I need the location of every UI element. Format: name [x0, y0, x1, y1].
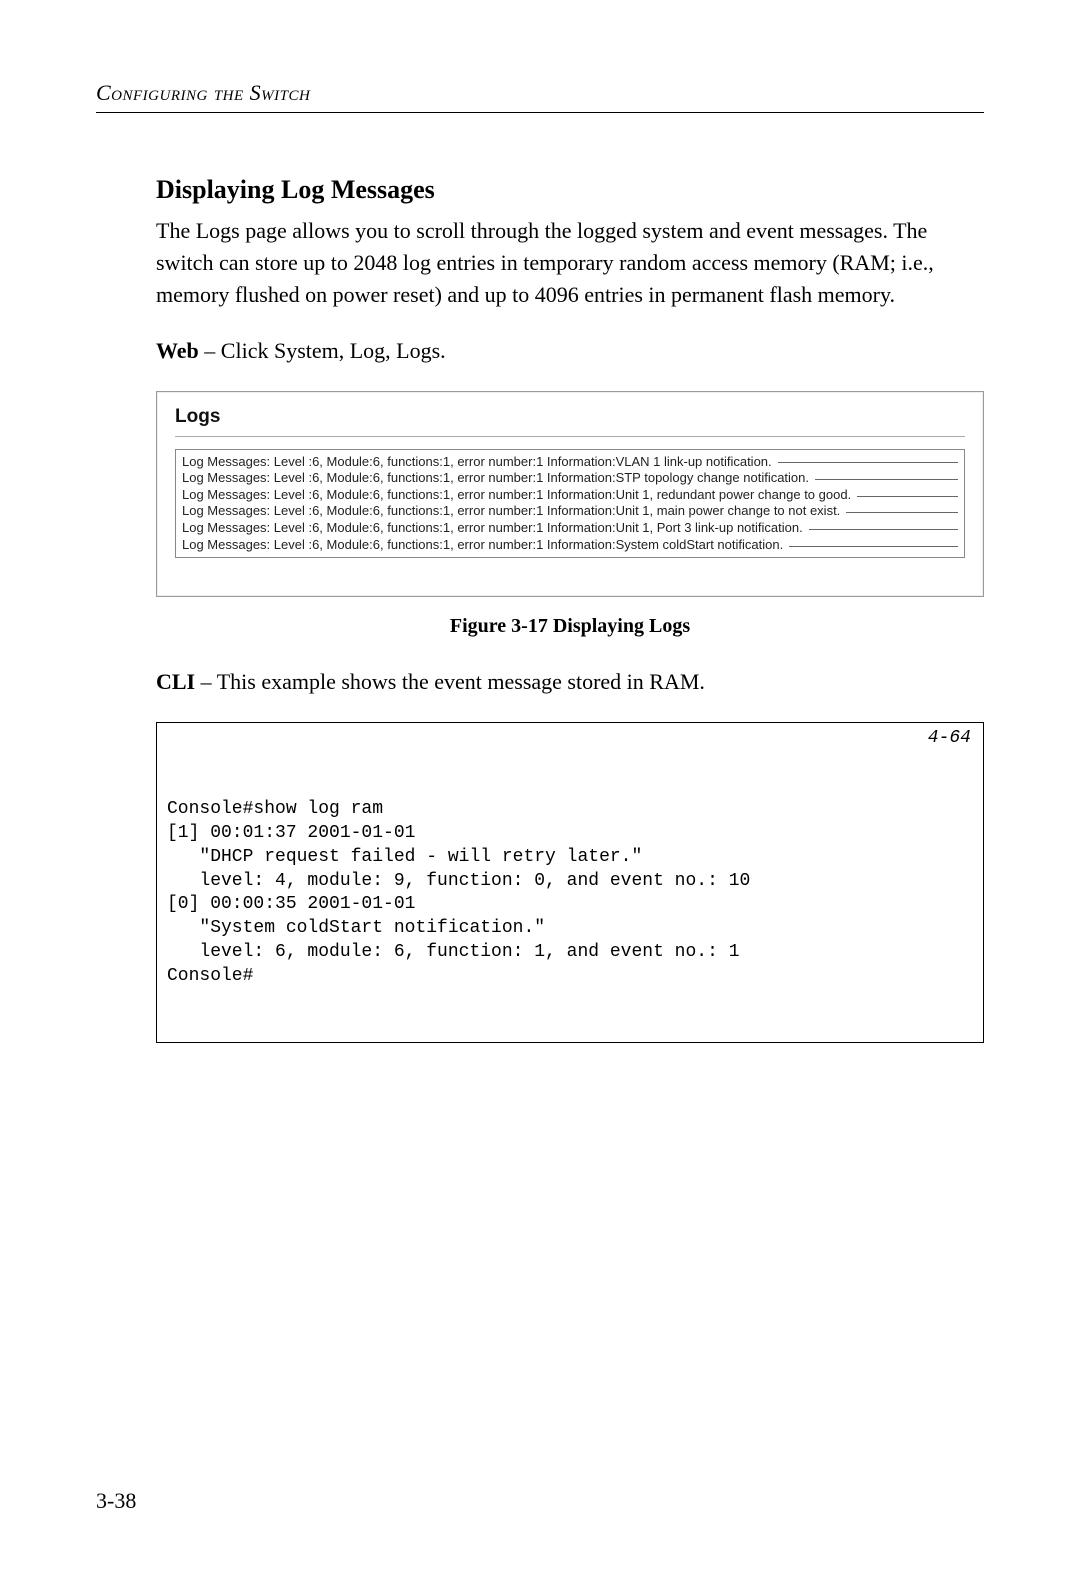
panel-rule [175, 436, 965, 437]
log-trailing-line [846, 512, 958, 513]
cli-page-ref: 4-64 [928, 727, 971, 751]
web-instruction: Web – Click System, Log, Logs. [156, 335, 984, 367]
page-number: 3-38 [96, 1488, 136, 1514]
web-text: – Click System, Log, Logs. [199, 338, 446, 363]
log-trailing-line [778, 462, 958, 463]
cli-label: CLI [156, 669, 195, 694]
log-trailing-line [857, 496, 958, 497]
intro-paragraph: The Logs page allows you to scroll throu… [156, 215, 984, 311]
log-trailing-line [809, 529, 958, 530]
chapter-rule [96, 112, 984, 113]
cli-lines: Console#show log ram [1] 00:01:37 2001-0… [167, 798, 973, 988]
cli-text: – This example shows the event message s… [195, 669, 705, 694]
log-row[interactable]: Log Messages: Level :6, Module:6, functi… [182, 487, 958, 504]
chapter-header: Configuring the Switch [96, 80, 984, 106]
log-text: Log Messages: Level :6, Module:6, functi… [182, 520, 803, 537]
logs-web-panel: Logs Log Messages: Level :6, Module:6, f… [156, 391, 984, 598]
log-text: Log Messages: Level :6, Module:6, functi… [182, 454, 772, 471]
log-text: Log Messages: Level :6, Module:6, functi… [182, 487, 851, 504]
cli-output-block: 4-64 Console#show log ram [1] 00:01:37 2… [156, 722, 984, 1043]
log-row[interactable]: Log Messages: Level :6, Module:6, functi… [182, 503, 958, 520]
cli-instruction: CLI – This example shows the event messa… [156, 666, 984, 698]
log-listbox[interactable]: Log Messages: Level :6, Module:6, functi… [175, 449, 965, 559]
log-trailing-line [789, 546, 958, 547]
log-row[interactable]: Log Messages: Level :6, Module:6, functi… [182, 520, 958, 537]
log-row[interactable]: Log Messages: Level :6, Module:6, functi… [182, 537, 958, 554]
web-label: Web [156, 338, 199, 363]
log-row[interactable]: Log Messages: Level :6, Module:6, functi… [182, 454, 958, 471]
log-text: Log Messages: Level :6, Module:6, functi… [182, 503, 840, 520]
log-row[interactable]: Log Messages: Level :6, Module:6, functi… [182, 470, 958, 487]
log-text: Log Messages: Level :6, Module:6, functi… [182, 537, 783, 554]
section-title: Displaying Log Messages [156, 175, 984, 205]
figure-caption: Figure 3-17 Displaying Logs [156, 615, 984, 638]
log-text: Log Messages: Level :6, Module:6, functi… [182, 470, 809, 487]
logs-panel-title: Logs [175, 406, 965, 428]
log-trailing-line [815, 479, 958, 480]
